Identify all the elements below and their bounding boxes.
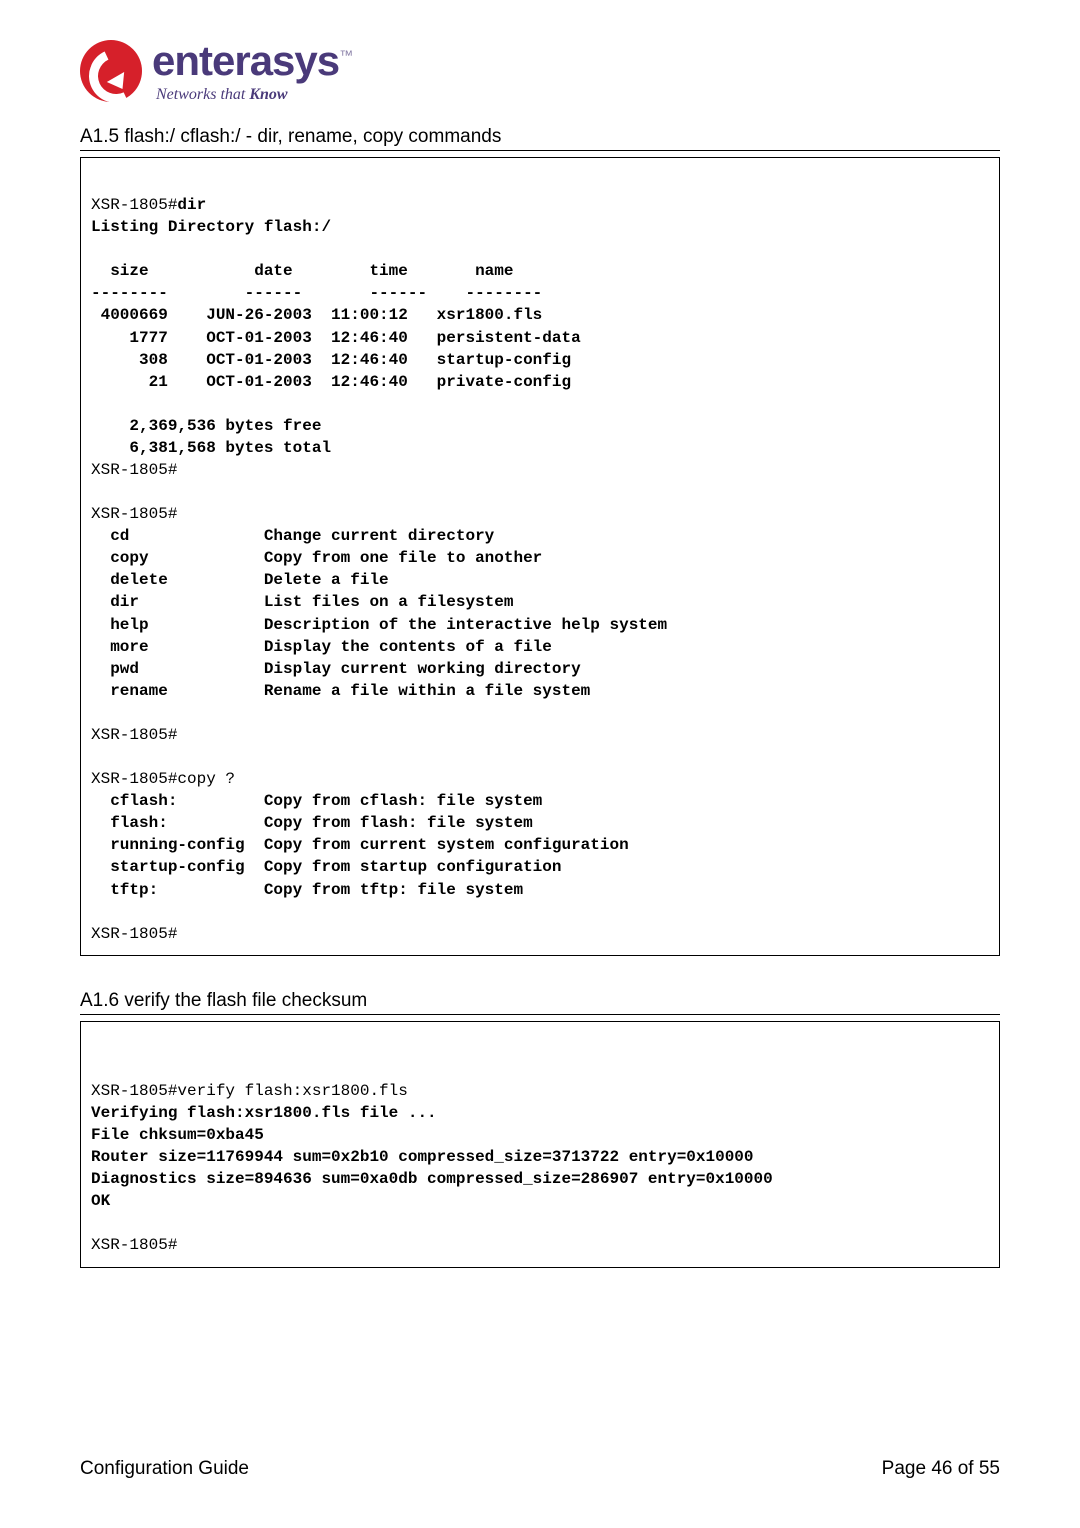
file-row: 21 OCT-01-2003 12:46:40 private-config bbox=[91, 373, 571, 391]
brand-name: enterasys™ bbox=[152, 40, 352, 82]
prompt: XSR-1805# bbox=[91, 726, 177, 744]
prompt: XSR-1805# bbox=[91, 505, 177, 523]
listing-line: Listing Directory flash:/ bbox=[91, 218, 331, 236]
help-row-help: help Description of the interactive help… bbox=[91, 616, 667, 634]
cmd-verify: XSR-1805#verify flash:xsr1800.fls bbox=[91, 1082, 408, 1100]
copy-row-running-config: running-config Copy from current system … bbox=[91, 836, 629, 854]
diag-line: Diagnostics size=894636 sum=0xa0db compr… bbox=[91, 1170, 773, 1188]
bytes-free: 2,369,536 bytes free bbox=[91, 417, 321, 435]
file-row: 4000669 JUN-26-2003 11:00:12 xsr1800.fls bbox=[91, 306, 542, 324]
help-row-more: more Display the contents of a file bbox=[91, 638, 552, 656]
prompt-copy: XSR-1805#copy ? bbox=[91, 770, 235, 788]
tagline-plain: Networks that bbox=[156, 86, 249, 103]
table-header: size date time name bbox=[91, 262, 513, 280]
terminal-output-a1-5: XSR-1805#dir Listing Directory flash:/ s… bbox=[80, 157, 1000, 956]
copy-row-flash: flash: Copy from flash: file system bbox=[91, 814, 533, 832]
trademark-symbol: ™ bbox=[339, 47, 352, 63]
verify-line: Verifying flash:xsr1800.fls file ... bbox=[91, 1104, 437, 1122]
help-row-delete: delete Delete a file bbox=[91, 571, 389, 589]
help-row-pwd: pwd Display current working directory bbox=[91, 660, 581, 678]
terminal-output-a1-6: XSR-1805#verify flash:xsr1800.fls Verify… bbox=[80, 1021, 1000, 1268]
help-row-copy: copy Copy from one file to another bbox=[91, 549, 542, 567]
section-heading-a1-5: A1.5 flash:/ cflash:/ - dir, rename, cop… bbox=[80, 126, 1000, 151]
file-row: 308 OCT-01-2003 12:46:40 startup-config bbox=[91, 351, 571, 369]
help-row-dir: dir List files on a filesystem bbox=[91, 593, 513, 611]
ok-line: OK bbox=[91, 1192, 110, 1210]
table-rule: -------- ------ ------ -------- bbox=[91, 284, 542, 302]
logo-icon bbox=[80, 40, 142, 102]
copy-row-tftp: tftp: Copy from tftp: file system bbox=[91, 881, 523, 899]
cmd-dir: dir bbox=[177, 196, 206, 214]
prompt: XSR-1805# bbox=[91, 196, 177, 214]
page-footer: Configuration Guide Page 46 of 55 bbox=[80, 1458, 1000, 1480]
copy-row-cflash: cflash: Copy from cflash: file system bbox=[91, 792, 542, 810]
logo-text: enterasys™ Networks that Know bbox=[152, 40, 352, 104]
copy-row-startup-config: startup-config Copy from startup configu… bbox=[91, 858, 561, 876]
help-row-rename: rename Rename a file within a file syste… bbox=[91, 682, 590, 700]
file-row: 1777 OCT-01-2003 12:46:40 persistent-dat… bbox=[91, 329, 581, 347]
router-line: Router size=11769944 sum=0x2b10 compress… bbox=[91, 1148, 754, 1166]
prompt: XSR-1805# bbox=[91, 461, 177, 479]
help-row-cd: cd Change current directory bbox=[91, 527, 494, 545]
logo: enterasys™ Networks that Know bbox=[80, 40, 1000, 104]
prompt: XSR-1805# bbox=[91, 1236, 177, 1254]
footer-right: Page 46 of 55 bbox=[882, 1458, 1000, 1480]
brand-word: enterasys bbox=[152, 37, 339, 84]
bytes-total: 6,381,568 bytes total bbox=[91, 439, 331, 457]
prompt: XSR-1805# bbox=[91, 925, 177, 943]
brand-tagline: Networks that Know bbox=[156, 86, 352, 104]
section-heading-a1-6: A1.6 verify the flash file checksum bbox=[80, 990, 1000, 1015]
footer-left: Configuration Guide bbox=[80, 1458, 249, 1480]
chksum-line: File chksum=0xba45 bbox=[91, 1126, 264, 1144]
tagline-bold: Know bbox=[249, 86, 287, 103]
